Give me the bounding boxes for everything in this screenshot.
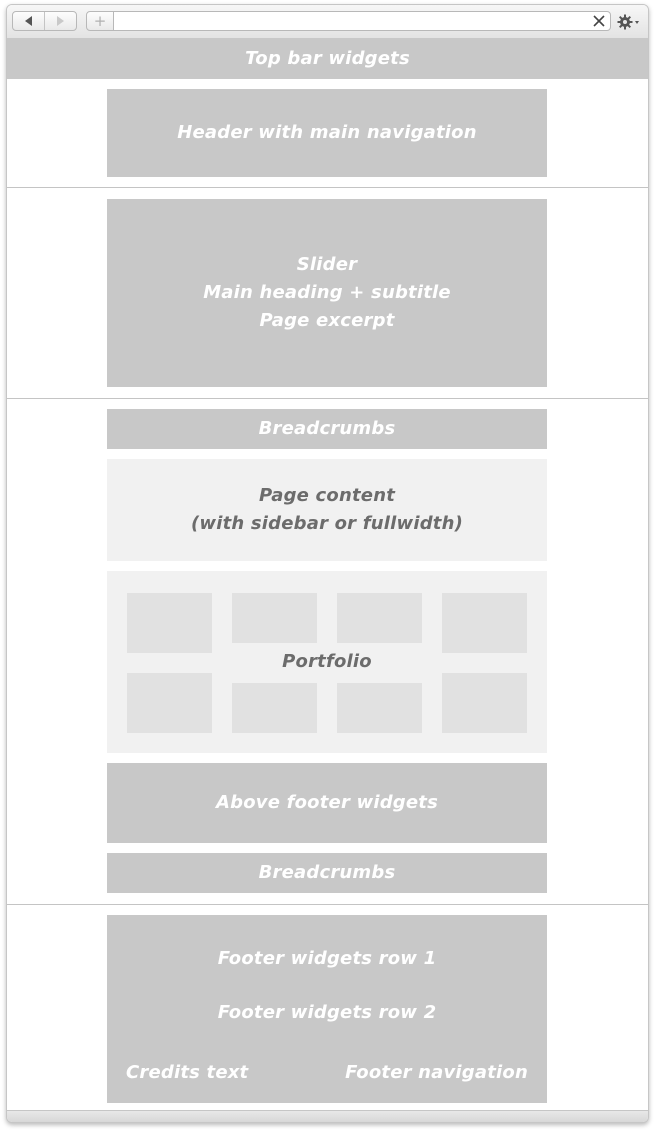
- page-content-label: Page content: [258, 485, 396, 506]
- footer-widgets-row-1-label: Footer widgets row 1: [217, 948, 437, 969]
- browser-toolbar: +: [7, 5, 648, 39]
- divider: [7, 187, 648, 188]
- main-heading-label: Main heading + subtitle: [203, 282, 451, 303]
- breadcrumbs-bottom-block: Breadcrumbs: [107, 853, 547, 893]
- breadcrumbs-label: Breadcrumbs: [258, 418, 396, 439]
- divider: [7, 904, 648, 905]
- portfolio-item: [232, 683, 317, 733]
- portfolio-item: [442, 593, 527, 653]
- portfolio-label: Portfolio: [282, 651, 372, 672]
- portfolio-item: [127, 593, 212, 653]
- browser-window: + Top bar widgets Header with main navig…: [6, 4, 649, 1123]
- credits-text-label: Credits text: [126, 1062, 249, 1083]
- page-content-block: Page content (with sidebar or fullwidth): [107, 459, 547, 561]
- top-bar-widgets-label: Top bar widgets: [245, 48, 410, 69]
- portfolio-item: [337, 593, 422, 643]
- footer-widgets-row-2-label: Footer widgets row 2: [217, 1002, 437, 1023]
- top-bar-widgets: Top bar widgets: [7, 39, 648, 79]
- header-label: Header with main navigation: [177, 122, 477, 143]
- slider-block: Slider Main heading + subtitle Page exce…: [107, 199, 547, 387]
- portfolio-item: [127, 673, 212, 733]
- header-block: Header with main navigation: [107, 89, 547, 177]
- breadcrumbs-top-block: Breadcrumbs: [107, 409, 547, 449]
- back-button[interactable]: [13, 12, 44, 30]
- nav-button-group: [12, 11, 77, 31]
- footer-navigation-label: Footer navigation: [345, 1062, 528, 1083]
- portfolio-item: [232, 593, 317, 643]
- clear-icon[interactable]: [592, 14, 606, 28]
- footer-block: Footer widgets row 1 Footer widgets row …: [107, 915, 547, 1103]
- above-footer-label: Above footer widgets: [215, 792, 438, 813]
- slider-label: Slider: [296, 254, 358, 275]
- add-tab-icon: +: [93, 11, 107, 30]
- page-content-sublabel: (with sidebar or fullwidth): [190, 513, 464, 534]
- portfolio-item: [442, 673, 527, 733]
- back-icon: [25, 16, 32, 26]
- address-bar[interactable]: [113, 11, 611, 31]
- portfolio-item: [337, 683, 422, 733]
- portfolio-block: Portfolio: [107, 571, 547, 753]
- page-excerpt-label: Page excerpt: [259, 310, 395, 331]
- gear-icon[interactable]: [617, 13, 641, 31]
- above-footer-block: Above footer widgets: [107, 763, 547, 843]
- breadcrumbs-label: Breadcrumbs: [258, 862, 396, 883]
- add-tab-button[interactable]: +: [86, 11, 114, 31]
- browser-status-bar: [7, 1110, 648, 1122]
- forward-icon: [57, 16, 64, 26]
- divider: [7, 398, 648, 399]
- forward-button[interactable]: [44, 12, 76, 30]
